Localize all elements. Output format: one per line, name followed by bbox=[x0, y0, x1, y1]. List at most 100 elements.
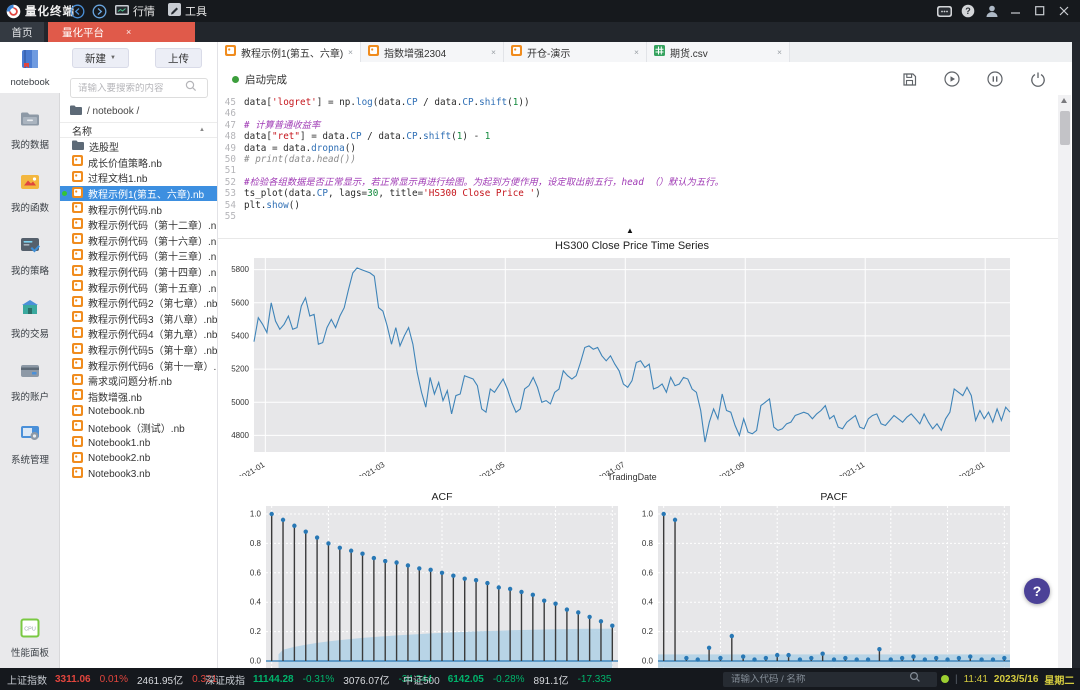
file-list-item[interactable]: 需求或问题分析.nb bbox=[60, 373, 217, 389]
save-button[interactable] bbox=[901, 71, 917, 87]
file-list-item[interactable]: 教程示例1(第五、六章).nb bbox=[60, 186, 217, 202]
user-icon[interactable] bbox=[980, 0, 1004, 22]
file-list-item[interactable]: 教程示例代码3（第八章）.nb bbox=[60, 311, 217, 327]
notebook-tab-label: 教程示例1(第五、六章).nb bbox=[241, 45, 343, 60]
title-bar: 量化终端 行情 工具 ? bbox=[0, 0, 1080, 22]
sidebar-item-my-functions[interactable]: 我的函数 bbox=[0, 165, 60, 219]
nav-back-icon[interactable] bbox=[70, 0, 85, 22]
close-icon[interactable] bbox=[1052, 0, 1076, 22]
svg-text:?: ? bbox=[965, 6, 971, 16]
file-list-item[interactable]: 教程示例代码.nb bbox=[60, 201, 217, 217]
sidebar-item-my-account[interactable]: 我的账户 bbox=[0, 354, 60, 408]
index-name: 中证500 bbox=[403, 672, 440, 687]
chat-icon[interactable] bbox=[932, 0, 956, 22]
sidebar-item-my-trades[interactable]: 我的交易 bbox=[0, 291, 60, 345]
collapse-output-icon[interactable]: ▲ bbox=[626, 226, 634, 235]
notebook-tab[interactable]: 开仓-演示 × bbox=[504, 42, 647, 62]
notebook-file-icon bbox=[72, 343, 83, 357]
line-number: 51 bbox=[218, 165, 244, 176]
vertical-scrollbar[interactable] bbox=[1058, 95, 1071, 668]
shutdown-button[interactable] bbox=[1030, 71, 1046, 87]
new-button[interactable]: 新建 ▼ bbox=[72, 48, 129, 68]
file-list-item[interactable]: 教程示例代码（第十四章）.nb bbox=[60, 264, 217, 280]
folder-icon bbox=[70, 105, 82, 118]
tab-close-icon[interactable]: × bbox=[348, 47, 353, 57]
menu-market[interactable]: 行情 bbox=[115, 0, 155, 22]
sidebar-item-notebook[interactable]: notebook bbox=[0, 42, 60, 93]
svg-text:0.4: 0.4 bbox=[642, 598, 654, 607]
file-list-item[interactable]: Notebook（测试）.nb bbox=[60, 420, 217, 436]
file-list-item[interactable]: 教程示例代码（第十二章）.nb bbox=[60, 217, 217, 233]
help-fab-button[interactable]: ? bbox=[1024, 578, 1050, 604]
file-list-item[interactable]: 教程示例代码（第十六章）.nb bbox=[60, 233, 217, 249]
nav-forward-icon[interactable] bbox=[92, 0, 107, 22]
sidebar-item-my-data[interactable]: 我的数据 bbox=[0, 102, 60, 156]
notebook-file-icon bbox=[72, 202, 83, 216]
code-token: () bbox=[289, 200, 300, 211]
code-line: 55 bbox=[218, 211, 1058, 222]
notebook-file-icon bbox=[72, 233, 83, 247]
file-name: 教程示例代码.nb bbox=[88, 202, 162, 217]
notebook-tab[interactable]: 期货.csv × bbox=[647, 42, 790, 62]
tab-close-icon[interactable]: × bbox=[491, 47, 496, 57]
menu-tools[interactable]: 工具 bbox=[168, 0, 207, 22]
notebook-tab-label: 期货.csv bbox=[670, 45, 772, 60]
notebook-tab[interactable]: 指数增强2304× bbox=[361, 42, 504, 62]
code-line: 49data = data.dropna() bbox=[218, 143, 1058, 154]
ticker-search-input[interactable] bbox=[723, 674, 909, 685]
notebook-file-icon bbox=[72, 265, 83, 279]
code-token: 30 bbox=[367, 188, 378, 199]
pause-button[interactable] bbox=[987, 71, 1003, 87]
notebook-tab[interactable]: 教程示例1(第五、六章).nb × bbox=[218, 42, 361, 62]
maximize-icon[interactable] bbox=[1028, 0, 1052, 22]
file-list-item[interactable]: Notebook.nb bbox=[60, 404, 217, 420]
code-line: 48data["ret"] = data.CP / data.CP.shift(… bbox=[218, 131, 1058, 142]
tab-quant-platform[interactable]: 量化平台 × bbox=[48, 22, 195, 42]
file-list-item[interactable]: 教程示例代码（第十五章）.nb bbox=[60, 279, 217, 295]
sidebar-item-label: notebook bbox=[10, 77, 49, 88]
notebook-file-icon bbox=[72, 296, 83, 310]
tab-close-icon[interactable]: × bbox=[634, 47, 639, 57]
run-button[interactable] bbox=[944, 71, 960, 87]
code-editor[interactable]: 45data['logret'] = np.log(data.CP / data… bbox=[218, 95, 1058, 224]
breadcrumb-path: / notebook / bbox=[87, 106, 139, 117]
file-name: 教程示例1(第五、六章).nb bbox=[88, 186, 204, 201]
line-number: 49 bbox=[218, 143, 244, 154]
file-list-item[interactable]: 教程示例代码4（第九章）.nb bbox=[60, 326, 217, 342]
main-chart-title: HS300 Close Price Time Series bbox=[254, 240, 1010, 252]
help-icon[interactable]: ? bbox=[956, 0, 980, 22]
menu-market-label: 行情 bbox=[133, 3, 155, 19]
code-token: CP bbox=[406, 131, 417, 142]
connection-dot bbox=[941, 675, 949, 683]
file-search-input[interactable] bbox=[71, 83, 185, 94]
sidebar-item-performance-panel[interactable]: CPU性能面板 bbox=[0, 612, 60, 664]
file-list-item[interactable]: 选股型 bbox=[60, 139, 217, 155]
file-list-item[interactable]: Notebook1.nb bbox=[60, 435, 217, 451]
file-list-item[interactable]: 成长价值策略.nb bbox=[60, 155, 217, 171]
file-list-item[interactable]: 过程文档1.nb bbox=[60, 170, 217, 186]
sidebar-item-my-strategies[interactable]: 我的策略 bbox=[0, 228, 60, 282]
sidebar-item-label: 我的数据 bbox=[11, 137, 49, 151]
file-list-item[interactable]: 指数增强.nb bbox=[60, 389, 217, 405]
code-line: 53ts_plot(data.CP, lags=30, title='HS300… bbox=[218, 188, 1058, 199]
file-list-item[interactable]: 教程示例代码5（第十章）.nb bbox=[60, 342, 217, 358]
scrollbar-thumb[interactable] bbox=[1060, 111, 1070, 145]
scroll-up-icon[interactable] bbox=[1061, 98, 1067, 103]
tab-close-icon[interactable]: × bbox=[126, 27, 131, 37]
index-volume: 891.1亿 bbox=[534, 672, 569, 687]
tab-home[interactable]: 首页 bbox=[0, 22, 44, 42]
upload-button[interactable]: 上传 bbox=[155, 48, 202, 68]
index-quote: 上证指数3311.060.01%2461.95亿0.321 bbox=[7, 668, 217, 690]
file-list-item[interactable]: 教程示例代码2（第七章）.nb bbox=[60, 295, 217, 311]
minimize-icon[interactable] bbox=[1004, 0, 1028, 22]
notebook-tab-label: 开仓-演示 bbox=[527, 45, 629, 60]
file-list-item[interactable]: 教程示例代码6（第十一章）.nb bbox=[60, 357, 217, 373]
sidebar-item-system-admin[interactable]: 系统管理 bbox=[0, 417, 60, 471]
file-list-header[interactable]: 名称 ▲ bbox=[60, 122, 217, 138]
code-token: 'HS300 Close Price ' bbox=[423, 188, 535, 199]
tab-close-icon[interactable]: × bbox=[777, 47, 782, 57]
file-list-item[interactable]: Notebook3.nb bbox=[60, 466, 217, 482]
svg-text:0.8: 0.8 bbox=[250, 539, 262, 548]
file-list-item[interactable]: 教程示例代码（第十三章）.nb bbox=[60, 248, 217, 264]
file-list-item[interactable]: Notebook2.nb bbox=[60, 451, 217, 467]
